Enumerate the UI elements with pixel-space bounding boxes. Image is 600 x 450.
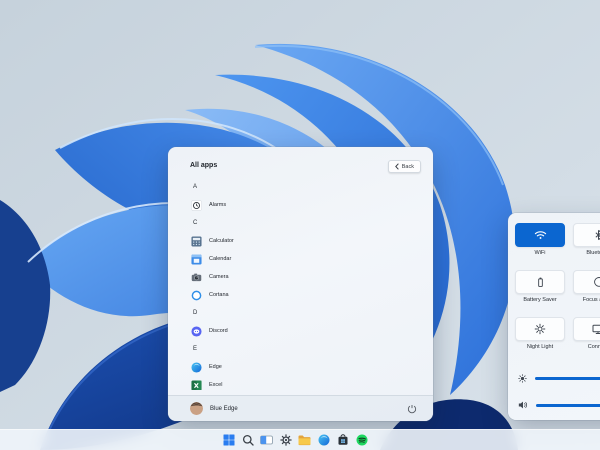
power-icon [407, 404, 417, 414]
microsoft-store-button[interactable] [336, 434, 349, 447]
app-section-letter-c[interactable]: C [168, 214, 433, 232]
edge-taskbar-button[interactable] [317, 434, 330, 447]
app-item-label: Calendar [209, 256, 231, 262]
bluetooth-icon [593, 229, 600, 241]
bluetooth-label: Bluetooth [586, 250, 600, 256]
quick-settings-grid: WiFi Bluetooth Battery Saver Focus assis… [515, 223, 600, 354]
app-item-excel[interactable]: Excel [168, 376, 433, 390]
spotify-icon [356, 434, 368, 446]
quick-setting-wifi: WiFi [515, 223, 565, 260]
app-item-label: Discord [209, 328, 228, 334]
focus-assist-tile[interactable] [573, 270, 600, 294]
volume-slider[interactable] [508, 400, 600, 410]
quick-setting-battery-saver: Battery Saver [515, 270, 565, 307]
quick-setting-connect: Connect [573, 317, 600, 354]
app-item-label: Alarms [209, 202, 226, 208]
spotify-button[interactable] [355, 434, 368, 447]
chevron-left-icon [395, 163, 399, 170]
connect-tile[interactable] [573, 317, 600, 341]
quick-setting-night-light: Night Light [515, 317, 565, 354]
taskbar [0, 429, 600, 450]
cortana-icon [191, 290, 202, 301]
back-button-label: Back [402, 164, 414, 170]
task-view-button[interactable] [260, 434, 273, 447]
edge-icon [318, 434, 330, 446]
volume-icon [518, 400, 528, 410]
wifi-label: WiFi [535, 250, 546, 256]
wifi-tile[interactable] [515, 223, 565, 247]
store-bag-icon [337, 434, 349, 446]
excel-icon [191, 380, 202, 391]
folder-icon [298, 435, 311, 446]
connect-cast-icon [592, 323, 600, 335]
app-section-letter-d[interactable]: D [168, 304, 433, 322]
quick-setting-bluetooth: Bluetooth [573, 223, 600, 260]
app-section-letter-a[interactable]: A [168, 178, 433, 196]
night-light-label: Night Light [527, 344, 553, 350]
moon-icon [593, 276, 600, 288]
app-item-calendar[interactable]: Calendar [168, 250, 433, 268]
start-menu-all-apps: All apps Back A Alarms C Calculator [168, 147, 433, 421]
app-item-label: Cortana [209, 292, 229, 298]
power-button[interactable] [405, 402, 419, 416]
task-view-icon [260, 434, 273, 446]
app-item-label: Camera [209, 274, 229, 280]
app-section-letter-e[interactable]: E [168, 340, 433, 358]
user-name[interactable]: Blue Edge [210, 406, 398, 412]
alarms-icon [191, 200, 202, 211]
brightness-slider[interactable] [508, 373, 600, 383]
discord-icon [191, 326, 202, 337]
app-list: A Alarms C Calculator Calendar [168, 177, 433, 390]
brightness-track[interactable] [535, 377, 600, 380]
app-item-camera[interactable]: Camera [168, 268, 433, 286]
battery-saver-tile[interactable] [515, 270, 565, 294]
all-apps-title: All apps [190, 162, 217, 169]
bluetooth-tile[interactable] [573, 223, 600, 247]
quick-setting-focus-assist: Focus assist [573, 270, 600, 307]
calculator-icon [191, 236, 202, 247]
battery-saver-label: Battery Saver [523, 297, 556, 303]
app-item-label: Edge [209, 364, 222, 370]
desktop: All apps Back A Alarms C Calculator [0, 0, 600, 450]
connect-label: Connect [588, 344, 600, 350]
taskbar-icons [0, 430, 595, 450]
app-item-alarms[interactable]: Alarms [168, 196, 433, 214]
app-item-calculator[interactable]: Calculator [168, 232, 433, 250]
app-item-edge[interactable]: Edge [168, 358, 433, 376]
search-button[interactable] [241, 434, 254, 447]
windows-logo-icon [223, 434, 235, 446]
calendar-icon [191, 254, 202, 265]
app-item-discord[interactable]: Discord [168, 322, 433, 340]
app-item-cortana[interactable]: Cortana [168, 286, 433, 304]
start-button[interactable] [222, 434, 235, 447]
settings-button[interactable] [279, 434, 292, 447]
night-light-tile[interactable] [515, 317, 565, 341]
app-item-label: Excel [209, 382, 222, 388]
quick-settings-panel: WiFi Bluetooth Battery Saver Focus assis… [508, 213, 600, 420]
start-menu-footer: Blue Edge [168, 395, 433, 421]
brightness-icon [518, 374, 527, 383]
edge-icon [191, 362, 202, 373]
night-light-icon [534, 323, 546, 335]
app-item-label: Calculator [209, 238, 234, 244]
focus-assist-label: Focus assist [583, 297, 600, 303]
user-avatar[interactable] [190, 402, 203, 415]
battery-saver-icon [535, 276, 546, 288]
gear-icon [280, 434, 292, 446]
search-icon [242, 434, 254, 446]
back-button[interactable]: Back [388, 160, 421, 173]
file-explorer-button[interactable] [298, 434, 311, 447]
camera-icon [191, 272, 202, 283]
volume-track[interactable] [536, 404, 600, 407]
wifi-icon [534, 230, 547, 240]
